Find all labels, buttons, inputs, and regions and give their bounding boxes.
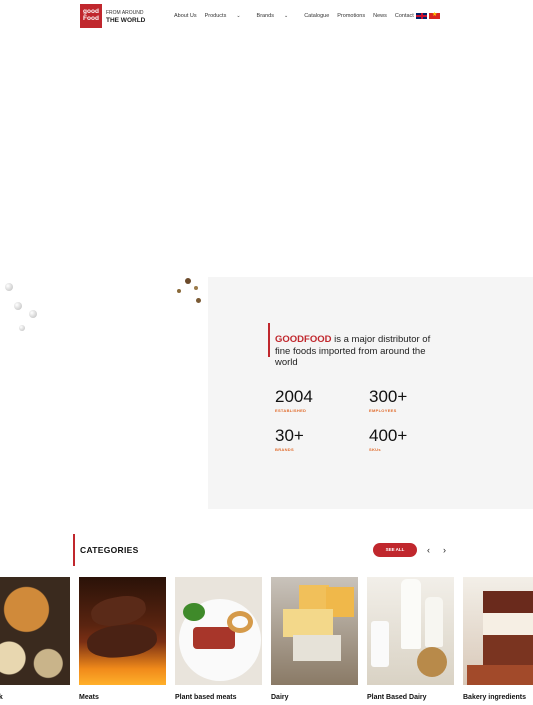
nav-brands[interactable]: Brands ⌄ [257,13,297,19]
stat-label: SKUs [369,447,381,452]
stat-brands: 30+ BRANDS [275,426,304,453]
brand-name: GOODFOOD [275,334,332,345]
main-nav: About Us Products ⌄ Brands ⌄ Catalogue Pro… [174,13,422,19]
category-card-plant-based-dairy[interactable] [367,577,454,685]
stat-value: 30+ [275,426,304,445]
onion-ring-illustration [227,611,253,633]
prev-arrow-icon[interactable]: ‹ [427,545,430,555]
bean-decoration [194,286,198,290]
cheese-illustration [283,609,333,637]
logo-line-1: good [83,8,99,15]
milk-glass-illustration [371,621,389,667]
cheese-illustration [293,635,341,661]
tagline-top: FROM AROUND [106,10,144,16]
category-card-snack[interactable] [0,577,70,685]
category-label[interactable]: Plant based meats [175,694,236,701]
loaf-illustration [193,627,235,649]
stat-label: ESTABLISHED [275,408,307,413]
steak-illustration [85,621,159,661]
next-arrow-icon[interactable]: › [443,545,446,555]
cake-layer-illustration [483,635,533,665]
stat-label: BRANDS [275,447,294,452]
milk-bottle-illustration [401,579,421,649]
category-card-meats[interactable] [79,577,166,685]
nav-contact[interactable]: Contact [395,13,414,19]
pearl-decoration [5,283,13,291]
bean-decoration [196,298,201,303]
stat-label: EMPLOYEES [369,408,397,413]
broccoli-illustration [183,603,205,621]
stat-employees: 300+ EMPLOYEES [369,387,408,414]
see-all-button[interactable]: SEE ALL [373,543,417,557]
site-header: good Food FROM AROUND THE WORLD About Us… [0,0,533,34]
bean-decoration [185,278,191,284]
about-text: GOODFOOD is a major distributor of fine … [275,334,435,369]
stat-skus: 400+ SKUs [369,426,408,453]
cake-layer-illustration [483,613,533,637]
nav-brands-label: Brands [256,13,274,19]
category-label[interactable]: ck [0,694,3,701]
category-label[interactable]: Dairy [271,694,289,701]
tagline-bottom: THE WORLD [106,17,146,24]
stat-value: 2004 [275,387,313,406]
pearl-decoration [19,325,25,331]
nav-about-us[interactable]: About Us [174,13,197,19]
milk-bottle-illustration [425,597,443,647]
pearl-decoration [14,302,22,310]
category-card-bakery-ingredients[interactable] [463,577,533,685]
nuts-illustration [417,647,447,677]
chevron-down-icon: ⌄ [283,13,289,19]
uk-flag-icon[interactable] [416,13,427,19]
categories-title: CATEGORIES [80,545,139,555]
nav-products[interactable]: Products ⌄ [205,13,249,19]
category-card-plant-based-meats[interactable] [175,577,262,685]
bean-decoration [177,289,181,293]
vn-flag-icon[interactable] [429,11,440,19]
stat-value: 400+ [369,426,408,445]
nav-products-label: Products [204,13,227,19]
category-label[interactable]: Bakery ingredients [463,694,526,701]
chevron-down-icon: ⌄ [236,13,241,19]
nav-catalogue[interactable]: Catalogue [304,13,329,19]
cheese-illustration [299,585,329,609]
about-accent-bar [268,323,270,357]
pearl-decoration [29,310,37,318]
category-label[interactable]: Plant Based Dairy [367,694,427,701]
nav-news[interactable]: News [373,13,387,19]
cake-base-illustration [467,665,533,685]
category-card-dairy[interactable] [271,577,358,685]
categories-accent-bar [73,534,75,566]
stat-established: 2004 ESTABLISHED [275,387,313,414]
logo-line-2: Food [83,15,99,22]
logo[interactable]: good Food [80,4,102,28]
category-label[interactable]: Meats [79,694,99,701]
stat-value: 300+ [369,387,408,406]
language-switcher [416,11,442,19]
logo-tagline: FROM AROUND THE WORLD [106,10,145,24]
nav-promotions[interactable]: Promotions [337,13,365,19]
